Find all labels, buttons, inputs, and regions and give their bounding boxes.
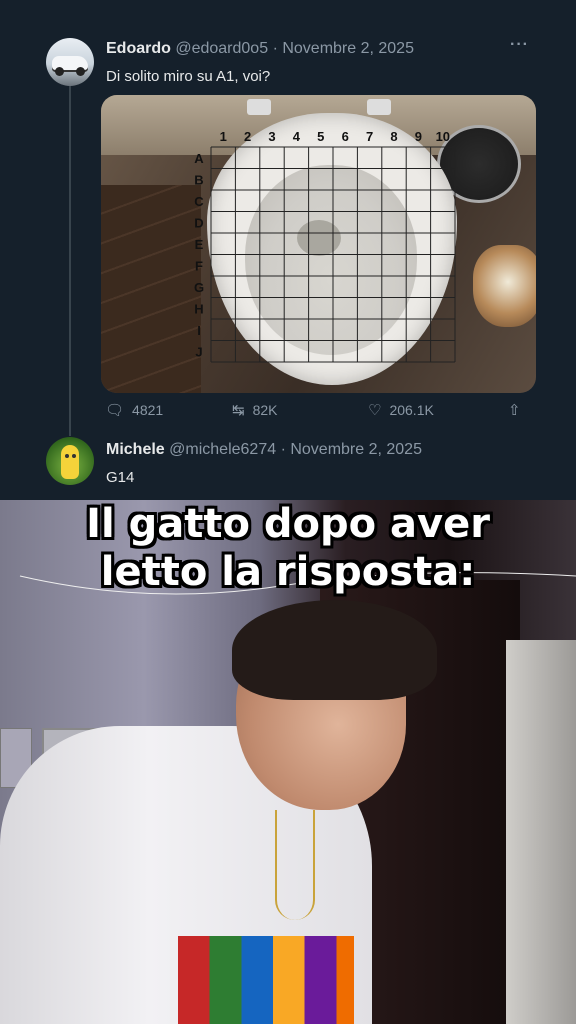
share-icon: ⇧ xyxy=(508,402,521,419)
grid-row-label: H xyxy=(194,301,203,316)
more-options-icon[interactable]: ··· xyxy=(510,36,529,54)
tweet-thread: Edoardo @edoard0o5 · Novembre 2, 2025 ··… xyxy=(0,0,576,500)
author-handle[interactable]: @edoard0o5 xyxy=(175,40,268,57)
grid-column-label: 3 xyxy=(268,129,275,144)
grid-column-label: 9 xyxy=(415,129,422,144)
retweet-count: 82K xyxy=(252,402,278,418)
tweet-date[interactable]: Novembre 2, 2025 xyxy=(290,441,422,458)
grid-column-label: 1 xyxy=(220,129,227,144)
separator: · xyxy=(272,40,278,57)
caption-line-1: Il gatto dopo aver xyxy=(86,501,490,547)
grid-row-label: G xyxy=(194,280,204,295)
tweet-header: Michele @michele6274 · Novembre 2, 2025 xyxy=(106,441,422,459)
tweet-date[interactable]: Novembre 2, 2025 xyxy=(282,40,414,57)
grid-row-label: A xyxy=(194,151,204,166)
grid-column-label: 7 xyxy=(366,129,373,144)
grid-row-label: D xyxy=(194,215,203,230)
like-button[interactable]: ♡ 206.1K xyxy=(368,401,434,419)
necklace xyxy=(275,810,315,920)
grid-column-label: 10 xyxy=(436,129,450,144)
tweet-media-image[interactable]: 1 2 3 4 5 6 7 8 9 10 A B C D E F G H I J xyxy=(101,95,536,393)
reply-count: 4821 xyxy=(132,402,164,418)
grid-row-label: F xyxy=(195,258,203,273)
avatar[interactable] xyxy=(46,437,94,485)
reply-icon: 🗨 xyxy=(105,402,125,419)
grid-column-label: 6 xyxy=(342,129,349,144)
grid-row-label: B xyxy=(194,172,203,187)
target-grid: 1 2 3 4 5 6 7 8 9 10 ABCDEFGHIJ xyxy=(194,129,456,363)
grid-column-label: 2 xyxy=(244,129,251,144)
grid-row-label: C xyxy=(194,194,204,209)
reply-button[interactable]: 🗨 4821 xyxy=(105,401,163,419)
grid-column-label: 8 xyxy=(390,129,397,144)
separator: · xyxy=(280,441,286,458)
grid-row-label: I xyxy=(197,323,201,338)
video-caption: Il gatto dopo aver letto la risposta: xyxy=(0,500,576,596)
tweet-text: G14 xyxy=(106,469,135,486)
heart-icon: ♡ xyxy=(368,402,382,419)
hanging-coat xyxy=(506,640,576,1024)
person-hair xyxy=(232,600,437,700)
grid-row-label: J xyxy=(195,344,202,359)
thread-connector xyxy=(69,86,71,436)
retweet-icon: ↹ xyxy=(232,402,245,419)
tweet-header: Edoardo @edoard0o5 · Novembre 2, 2025 xyxy=(106,40,414,58)
grid-column-label: 4 xyxy=(293,129,301,144)
hoodie-print xyxy=(178,936,354,1024)
author-name[interactable]: Michele xyxy=(106,441,165,458)
caption-line-2: letto la risposta: xyxy=(100,549,476,595)
share-button[interactable]: ⇧ xyxy=(508,401,529,419)
author-name[interactable]: Edoardo xyxy=(106,40,171,57)
retweet-button[interactable]: ↹ 82K xyxy=(232,401,278,419)
grid-column-label: 5 xyxy=(317,129,324,144)
author-handle[interactable]: @michele6274 xyxy=(169,441,276,458)
tweet-text: Di solito miro su A1, voi? xyxy=(106,68,271,85)
grid-row-label: E xyxy=(195,237,204,252)
like-count: 206.1K xyxy=(389,402,434,418)
avatar[interactable] xyxy=(46,38,94,86)
